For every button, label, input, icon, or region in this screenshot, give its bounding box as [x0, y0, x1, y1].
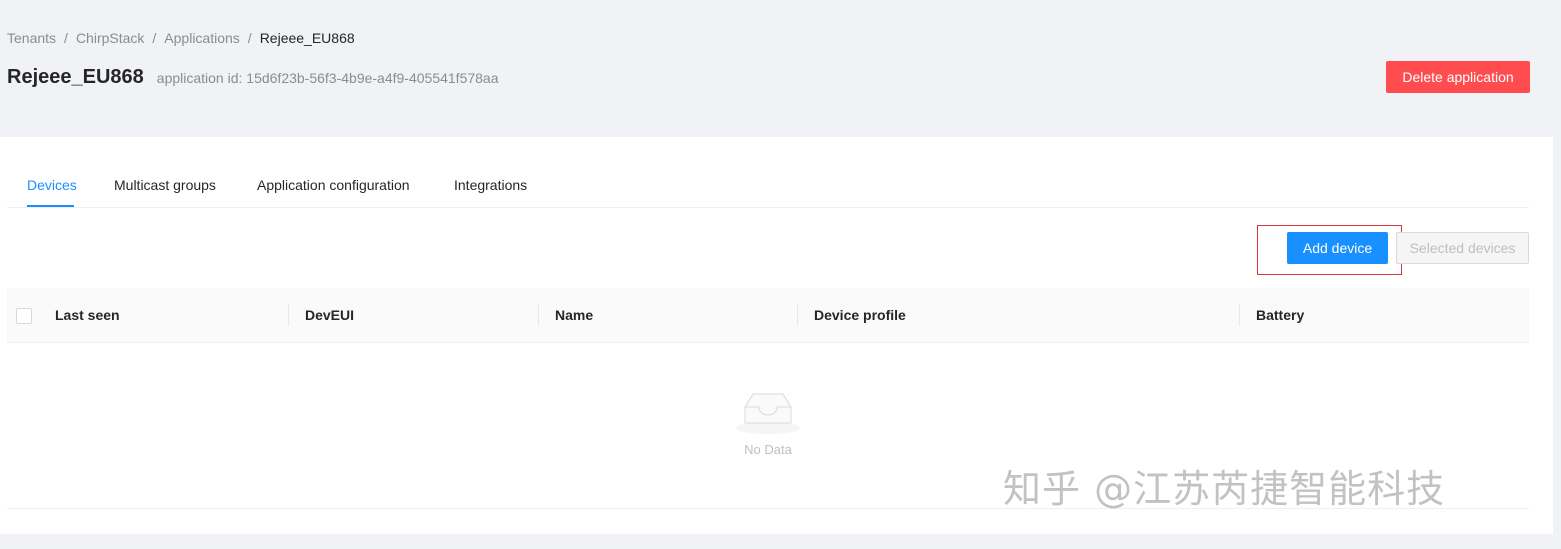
table-header: Last seen DevEUI Name Device profile Bat… — [7, 288, 1529, 343]
column-divider — [797, 304, 798, 326]
breadcrumb-current: Rejeee_EU868 — [259, 30, 355, 46]
column-battery[interactable]: Battery — [1256, 288, 1304, 343]
application-id: application id: 15d6f23b-56f3-4b9e-a4f9-… — [156, 70, 499, 86]
breadcrumb-separator: / — [152, 30, 157, 46]
empty-inbox-icon — [736, 393, 800, 434]
page-title: Rejeee_EU868 — [7, 66, 144, 88]
empty-state-text: No Data — [744, 442, 792, 457]
column-divider — [288, 304, 289, 326]
breadcrumb: Tenants / ChirpStack / Applications / Re… — [7, 30, 355, 46]
column-device-profile[interactable]: Device profile — [814, 288, 906, 343]
tab-multicast-groups[interactable]: Multicast groups — [114, 177, 216, 193]
page-header: Tenants / ChirpStack / Applications / Re… — [0, 0, 1561, 137]
breadcrumb-separator: / — [247, 30, 252, 46]
title-row: Rejeee_EU868 application id: 15d6f23b-56… — [7, 66, 499, 89]
tab-application-configuration[interactable]: Application configuration — [257, 177, 410, 193]
add-device-button[interactable]: Add device — [1287, 232, 1388, 264]
breadcrumb-tenants[interactable]: Tenants — [7, 30, 56, 46]
selected-devices-button: Selected devices — [1396, 232, 1529, 264]
column-last-seen[interactable]: Last seen — [55, 288, 120, 343]
column-divider — [1239, 304, 1240, 326]
breadcrumb-applications[interactable]: Applications — [164, 30, 240, 46]
tab-bar: Devices Multicast groups Application con… — [7, 137, 1529, 208]
breadcrumb-chirpstack[interactable]: ChirpStack — [76, 30, 144, 46]
column-deveui[interactable]: DevEUI — [305, 288, 354, 343]
watermark-text: 知乎 @江苏芮捷智能科技 — [1003, 467, 1446, 511]
delete-application-button[interactable]: Delete application — [1386, 61, 1530, 93]
breadcrumb-separator: / — [64, 30, 68, 46]
select-all-checkbox[interactable] — [16, 308, 32, 324]
active-tab-indicator — [27, 205, 74, 207]
tab-integrations[interactable]: Integrations — [454, 177, 527, 193]
column-divider — [538, 304, 539, 326]
tab-devices[interactable]: Devices — [27, 177, 77, 193]
column-name[interactable]: Name — [555, 288, 593, 343]
